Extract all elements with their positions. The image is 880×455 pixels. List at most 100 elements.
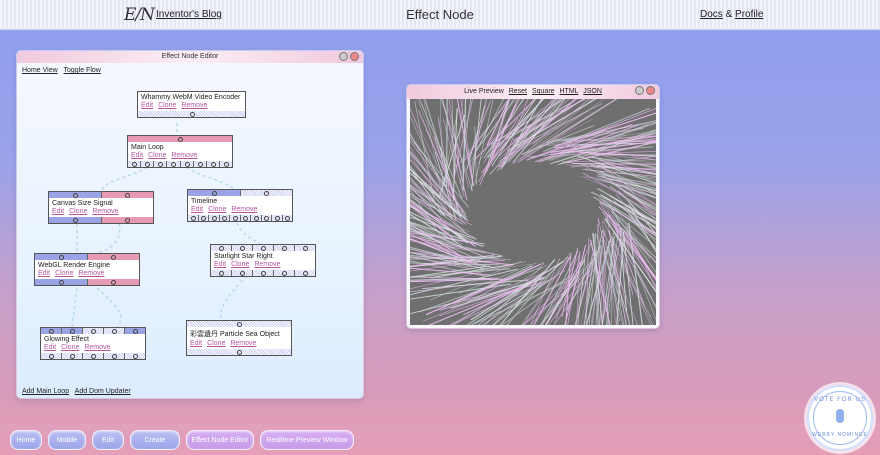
remove-link[interactable]: Remove: [171, 152, 197, 159]
node-timeline[interactable]: Timeline Edit Clone Remove: [187, 189, 293, 222]
docs-link[interactable]: Docs: [700, 9, 723, 20]
reset-link[interactable]: Reset: [509, 88, 527, 95]
output-port[interactable]: [219, 161, 232, 167]
edit-link[interactable]: Edit: [214, 261, 226, 268]
input-port[interactable]: [62, 328, 83, 334]
node-starlight-star-right[interactable]: Starlight Star Right Edit Clone Remove: [210, 244, 316, 277]
output-port[interactable]: [240, 215, 251, 221]
input-port[interactable]: [187, 321, 291, 327]
input-port[interactable]: [104, 328, 125, 334]
clone-link[interactable]: Clone: [208, 206, 226, 213]
output-port[interactable]: [49, 217, 102, 223]
output-port[interactable]: [232, 270, 253, 276]
node-canvas-size-signal[interactable]: Canvas Size Signal Edit Clone Remove: [48, 191, 154, 224]
input-port[interactable]: [35, 254, 88, 260]
edit-link[interactable]: Edit: [191, 206, 203, 213]
input-port[interactable]: [41, 328, 62, 334]
output-port[interactable]: [206, 161, 220, 167]
remove-link[interactable]: Remove: [78, 270, 104, 277]
dock-effect-node-editor-button[interactable]: Effect Node Editor: [186, 430, 254, 450]
edit-link[interactable]: Edit: [38, 270, 50, 277]
input-port[interactable]: [128, 136, 232, 142]
dock-home-button[interactable]: Home: [10, 430, 42, 450]
output-port[interactable]: [104, 353, 125, 359]
remove-link[interactable]: Remove: [231, 206, 257, 213]
edit-link[interactable]: Edit: [190, 340, 202, 347]
edit-link[interactable]: Edit: [141, 102, 153, 109]
input-port[interactable]: [295, 245, 315, 251]
output-port[interactable]: [154, 161, 168, 167]
output-port[interactable]: [180, 161, 194, 167]
input-port[interactable]: [240, 190, 292, 196]
input-port[interactable]: [125, 328, 145, 334]
clone-link[interactable]: Clone: [55, 270, 73, 277]
output-port[interactable]: [141, 161, 155, 167]
output-port[interactable]: [209, 215, 220, 221]
output-port[interactable]: [83, 353, 104, 359]
output-port[interactable]: [101, 217, 153, 223]
remove-link[interactable]: Remove: [92, 208, 118, 215]
clone-link[interactable]: Clone: [158, 102, 176, 109]
input-port[interactable]: [49, 192, 102, 198]
dock-create-button[interactable]: Create: [130, 430, 180, 450]
input-port[interactable]: [253, 245, 274, 251]
output-port[interactable]: [188, 215, 199, 221]
output-port[interactable]: [272, 215, 283, 221]
clone-link[interactable]: Clone: [207, 340, 225, 347]
edit-link[interactable]: Edit: [131, 152, 143, 159]
remove-link[interactable]: Remove: [230, 340, 256, 347]
json-link[interactable]: JSON: [583, 88, 602, 95]
output-port[interactable]: [41, 353, 62, 359]
dock-mobile-button[interactable]: Mobile: [48, 430, 86, 450]
preview-canvas[interactable]: [410, 99, 656, 325]
clone-link[interactable]: Clone: [148, 152, 166, 159]
output-port[interactable]: [230, 215, 241, 221]
input-port[interactable]: [83, 328, 104, 334]
minimize-icon[interactable]: [635, 86, 644, 95]
node-glowing-effect[interactable]: Glowing Effect Edit Clone Remove: [40, 327, 146, 360]
output-port[interactable]: [187, 349, 291, 355]
add-main-loop-link[interactable]: Add Main Loop: [22, 388, 69, 395]
output-port[interactable]: [138, 111, 245, 117]
output-port[interactable]: [128, 161, 142, 167]
output-port[interactable]: [261, 215, 272, 221]
input-port[interactable]: [87, 254, 139, 260]
add-dom-updater-link[interactable]: Add Dom Updater: [75, 388, 131, 395]
clone-link[interactable]: Clone: [61, 344, 79, 351]
node-webgl-render-engine[interactable]: WebGL Render Engine Edit Clone Remove: [34, 253, 140, 286]
output-port[interactable]: [193, 161, 207, 167]
html-link[interactable]: HTML: [560, 88, 579, 95]
remove-link[interactable]: Remove: [254, 261, 280, 268]
output-port[interactable]: [253, 270, 274, 276]
output-port[interactable]: [274, 270, 295, 276]
output-port[interactable]: [198, 215, 209, 221]
output-port[interactable]: [87, 279, 139, 285]
preview-title-bar[interactable]: Live Preview Reset Square HTML JSON: [407, 85, 659, 99]
input-port[interactable]: [274, 245, 295, 251]
node-main-loop[interactable]: Main Loop Edit Clone Remove: [127, 135, 233, 168]
dock-edit-button[interactable]: Edit: [92, 430, 124, 450]
output-port[interactable]: [62, 353, 83, 359]
output-port[interactable]: [167, 161, 181, 167]
node-whammy-webm-encoder[interactable]: Whammy WebM Video Encoder Edit Clone Remov…: [137, 91, 246, 118]
input-port[interactable]: [232, 245, 253, 251]
input-port[interactable]: [188, 190, 241, 196]
output-port[interactable]: [125, 353, 145, 359]
webby-vote-badge[interactable]: VOTE FOR US WEBBY NOMINEE: [807, 385, 873, 451]
output-port[interactable]: [211, 270, 232, 276]
output-port[interactable]: [295, 270, 315, 276]
dock-realtime-preview-button[interactable]: Realtime Preview Window: [260, 430, 354, 450]
node-particle-sea-object[interactable]: 彩雲遺丹 Particle Sea Object Edit Clone Remove: [186, 320, 292, 356]
output-port[interactable]: [282, 215, 292, 221]
clone-link[interactable]: Clone: [231, 261, 249, 268]
close-icon[interactable]: [646, 86, 655, 95]
square-link[interactable]: Square: [532, 88, 555, 95]
remove-link[interactable]: Remove: [84, 344, 110, 351]
edit-link[interactable]: Edit: [44, 344, 56, 351]
edit-link[interactable]: Edit: [52, 208, 64, 215]
input-port[interactable]: [211, 245, 232, 251]
profile-link[interactable]: Profile: [735, 9, 763, 20]
input-port[interactable]: [101, 192, 153, 198]
remove-link[interactable]: Remove: [181, 102, 207, 109]
clone-link[interactable]: Clone: [69, 208, 87, 215]
